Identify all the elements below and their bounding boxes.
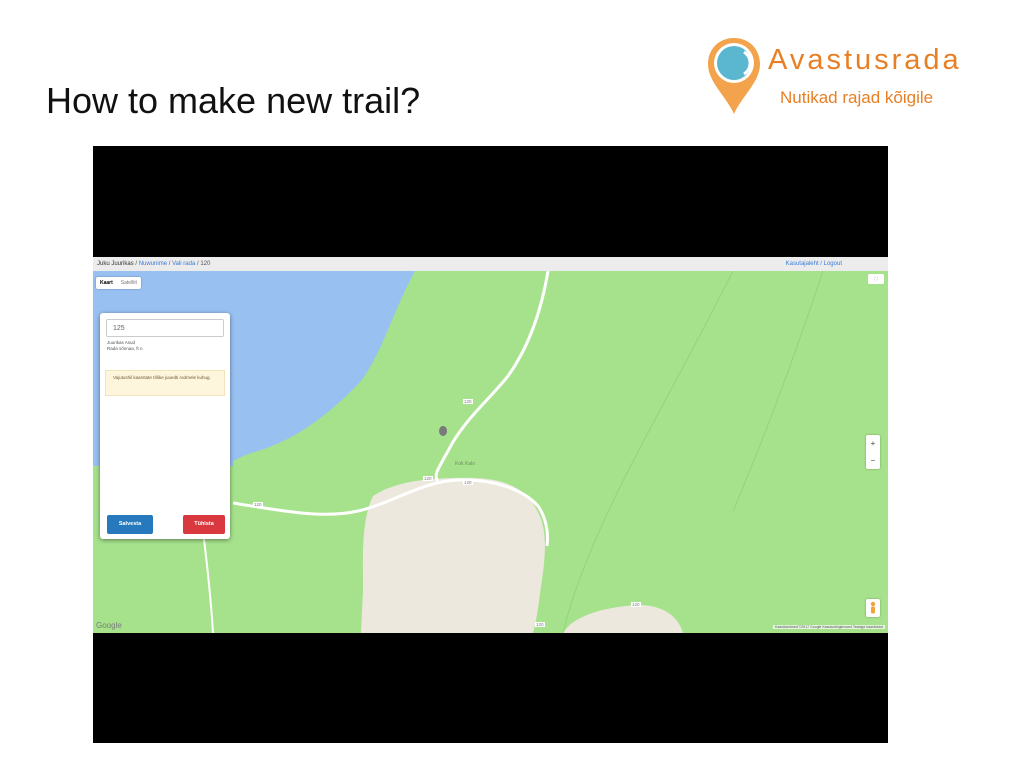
map-type-tabs[interactable]: Kaart Satelliit [96,277,141,289]
road-label: 120 [535,622,545,627]
cancel-button[interactable]: Tühista [183,515,225,534]
road-label: 120 [463,480,473,485]
logo-tagline: Nutikad rajad kõigile [780,88,934,107]
breadcrumb-link[interactable]: Nuwunime [139,261,167,267]
zoom-control: + − [866,435,880,469]
map-marker-icon [439,426,448,436]
road-label: 120 [423,476,433,481]
google-logo: Google [96,621,122,630]
trail-meta: Juurikas Asud Rada sõnnaa, ft n [107,340,143,352]
zoom-out-button[interactable]: − [866,452,880,469]
map-attribution[interactable]: Kaardiandmed ©2017 Google Kasutustingimu… [773,625,885,629]
app-screen: Juku Juurikas / Nuwunime / Vali rada / 1… [93,257,888,633]
road-label: 120 [631,602,641,607]
account-links[interactable]: Kasutajaleht / Logout [786,257,842,271]
breadcrumb-user[interactable]: Juku Juurikas [97,261,134,267]
meta-line: Rada sõnnaa, ft n [107,346,143,351]
app-top-bar: Juku Juurikas / Nuwunime / Vali rada / 1… [93,257,888,272]
zoom-in-button[interactable]: + [866,435,880,452]
place-label: Kok Kalo [455,461,476,467]
breadcrumb-current: 120 [200,261,211,267]
fullscreen-button[interactable]: ⛶ [868,274,884,284]
avastusrada-logo: Avastusrada Nutikad rajad kõigile [704,34,984,118]
trail-name-input[interactable] [106,319,224,337]
new-trail-panel: Juurikas Asud Rada sõnnaa, ft n Vajutush… [100,313,230,539]
breadcrumb: Juku Juurikas / Nuwunime / Vali rada / 1… [97,257,210,271]
map-pin-icon [708,38,760,114]
breadcrumb-link[interactable]: Vali rada [172,261,195,267]
slide-title: How to make new trail? [46,80,421,121]
video-frame[interactable]: Juku Juurikas / Nuwunime / Vali rada / 1… [93,146,888,743]
street-view-pegman-icon[interactable] [866,599,880,617]
road-label: 120 [253,502,263,507]
road-label: 120 [463,399,473,404]
logo-name: Avastusrada [768,44,962,76]
tab-map[interactable]: Kaart [96,277,117,289]
tab-satellite[interactable]: Satelliit [117,277,141,289]
save-button[interactable]: Salvesta [107,515,153,534]
instruction-hint: Vajutushil kaarstate tõlike juuedti rodr… [105,370,225,396]
